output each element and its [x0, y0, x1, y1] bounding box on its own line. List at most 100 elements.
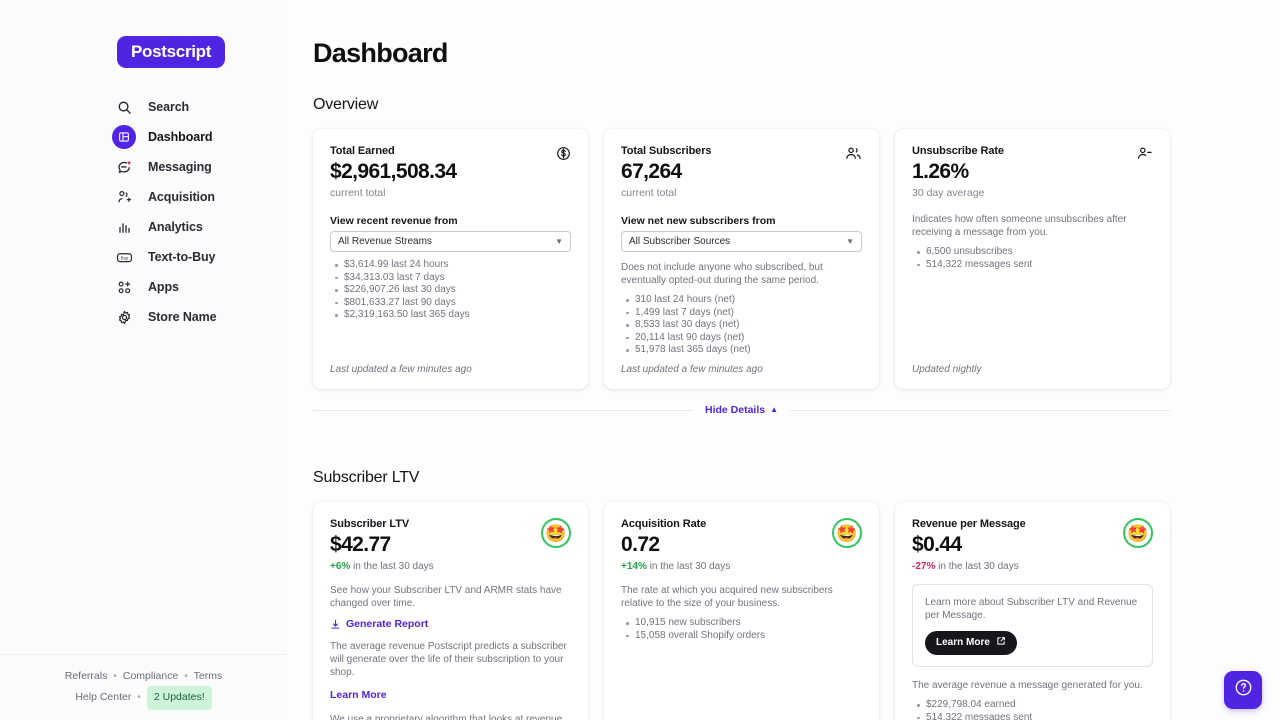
acquisition-icon [112, 185, 136, 209]
card-description-2: The average revenue Postscript predicts … [330, 640, 571, 679]
help-button[interactable] [1224, 671, 1262, 709]
list-item: 514,322 messages sent [912, 259, 1153, 272]
select-value: All Subscriber Sources [629, 236, 730, 247]
overview-cards-row: Total Earned $2,961,508.34 current total… [313, 129, 1170, 389]
footer-link-compliance[interactable]: Compliance [123, 670, 178, 682]
card-header: Revenue per Message $0.44 -27% in the la… [912, 518, 1153, 572]
card-value: $2,961,508.34 [330, 160, 457, 184]
sidebar-item-label: Messaging [148, 160, 212, 174]
generate-report-link[interactable]: Generate Report [330, 618, 571, 630]
sidebar-item-analytics[interactable]: Analytics [112, 212, 282, 242]
delta-suffix: in the last 30 days [647, 561, 730, 572]
subscriber-source-select[interactable]: All Subscriber Sources ▼ [621, 231, 862, 252]
sidebar: Postscript Search [0, 0, 287, 720]
sidebar-item-store-name[interactable]: Store Name [112, 302, 282, 332]
star-struck-emoji-badge: 🤩 [832, 518, 862, 548]
footer-links-row-2: Help Center • 2 Updates! [0, 686, 287, 710]
sidebar-item-label: Analytics [148, 220, 203, 234]
ltv-cards-row: Subscriber LTV $42.77 +6% in the last 30… [313, 502, 1170, 720]
sidebar-item-text-to-buy[interactable]: Buy Text-to-Buy [112, 242, 282, 272]
card-subtitle: current total [621, 187, 711, 199]
card-bullet-list: 6,500 unsubscribes 514,322 messages sent [912, 246, 1153, 271]
messaging-icon [112, 155, 136, 179]
delta-value: +14% [621, 561, 647, 572]
card-title: Subscriber LTV [330, 518, 434, 530]
card-bullet-list: $229,798.04 earned 514,322 messages sent [912, 699, 1153, 720]
apps-icon [112, 275, 136, 299]
sidebar-item-apps[interactable]: Apps [112, 272, 282, 302]
hide-details-button[interactable]: Hide Details ▲ [693, 404, 790, 416]
sidebar-item-search[interactable]: Search [112, 92, 282, 122]
section-title-overview: Overview [313, 96, 1280, 114]
card-unsubscribe-rate: Unsubscribe Rate 1.26% 30 day average In… [895, 129, 1170, 389]
learn-more-button[interactable]: Learn More [925, 631, 1017, 655]
footer-separator: • [181, 670, 191, 682]
sidebar-item-messaging[interactable]: Messaging [112, 152, 282, 182]
card-value: $42.77 [330, 533, 434, 557]
revenue-stream-select[interactable]: All Revenue Streams ▼ [330, 231, 571, 252]
card-title: Total Subscribers [621, 145, 711, 157]
list-item: 10,915 new subscribers [621, 617, 862, 630]
card-note: Indicates how often someone unsubscribes… [912, 213, 1153, 239]
sidebar-item-dashboard[interactable]: Dashboard [112, 122, 282, 152]
list-item: 1,499 last 7 days (net) [621, 307, 862, 320]
footer-link-referrals[interactable]: Referrals [65, 670, 108, 682]
card-header: Subscriber LTV $42.77 +6% in the last 30… [330, 518, 571, 572]
card-footer-timestamp: Updated nightly [912, 364, 1153, 375]
card-delta: -27% in the last 30 days [912, 561, 1026, 572]
footer-link-help-center[interactable]: Help Center [75, 691, 131, 703]
section-title-subscriber-ltv: Subscriber LTV [313, 469, 1280, 487]
card-bullet-list: 310 last 24 hours (net) 1,499 last 7 day… [621, 294, 862, 357]
sidebar-footer: Referrals • Compliance • Terms Help Cent… [0, 654, 287, 710]
divider-left [313, 410, 693, 411]
generate-report-label: Generate Report [346, 618, 428, 630]
sidebar-item-label: Search [148, 100, 189, 114]
footer-separator: • [134, 691, 144, 703]
text-to-buy-icon: Buy [112, 245, 136, 269]
list-item: $3,614.99 last 24 hours [330, 259, 571, 272]
card-header: Acquisition Rate 0.72 +14% in the last 3… [621, 518, 862, 572]
search-icon [112, 95, 136, 119]
brand-logo[interactable]: Postscript [117, 36, 225, 68]
card-header: Unsubscribe Rate 1.26% 30 day average [912, 145, 1153, 199]
dashboard-icon [112, 125, 136, 149]
card-description: See how your Subscriber LTV and ARMR sta… [330, 584, 571, 610]
hide-details-row: Hide Details ▲ [313, 404, 1170, 416]
callout-text: Learn more about Subscriber LTV and Reve… [925, 596, 1140, 622]
card-title: Acquisition Rate [621, 518, 730, 530]
card-subtitle: current total [330, 187, 457, 199]
learn-more-link[interactable]: Learn More [330, 689, 387, 701]
card-bullet-list: 10,915 new subscribers 15,058 overall Sh… [621, 617, 862, 642]
list-item: $2,319,163.50 last 365 days [330, 309, 571, 322]
divider-right [790, 410, 1170, 411]
card-value: 67,264 [621, 160, 711, 184]
sidebar-item-label: Text-to-Buy [148, 250, 215, 264]
footer-link-terms[interactable]: Terms [194, 670, 223, 682]
card-subscriber-ltv: Subscriber LTV $42.77 +6% in the last 30… [313, 502, 588, 720]
field-label: View recent revenue from [330, 215, 571, 227]
list-item: 51,978 last 365 days (net) [621, 344, 862, 357]
card-total-subscribers: Total Subscribers 67,264 current total V [604, 129, 879, 389]
analytics-icon [112, 215, 136, 239]
card-title: Revenue per Message [912, 518, 1026, 530]
card-footer-timestamp: Last updated a few minutes ago [621, 364, 862, 375]
updates-badge[interactable]: 2 Updates! [147, 686, 212, 710]
card-delta: +14% in the last 30 days [621, 561, 730, 572]
list-item: $801,633.27 last 90 days [330, 297, 571, 310]
sidebar-item-label: Store Name [148, 310, 216, 324]
list-item: $226,907.26 last 30 days [330, 284, 571, 297]
delta-value: -27% [912, 561, 935, 572]
list-item: 6,500 unsubscribes [912, 246, 1153, 259]
card-subtitle: 30 day average [912, 187, 1004, 199]
star-struck-emoji-badge: 🤩 [541, 518, 571, 548]
footer-separator: • [110, 670, 120, 682]
page-title: Dashboard [313, 38, 1280, 69]
sidebar-item-acquisition[interactable]: Acquisition [112, 182, 282, 212]
footer-links-row-1: Referrals • Compliance • Terms [0, 667, 287, 686]
field-label: View net new subscribers from [621, 215, 862, 227]
card-title: Unsubscribe Rate [912, 145, 1004, 157]
card-delta: +6% in the last 30 days [330, 561, 434, 572]
delta-value: +6% [330, 561, 350, 572]
card-bullet-list: $3,614.99 last 24 hours $34,313.03 last … [330, 259, 571, 322]
sidebar-item-label: Apps [148, 280, 179, 294]
